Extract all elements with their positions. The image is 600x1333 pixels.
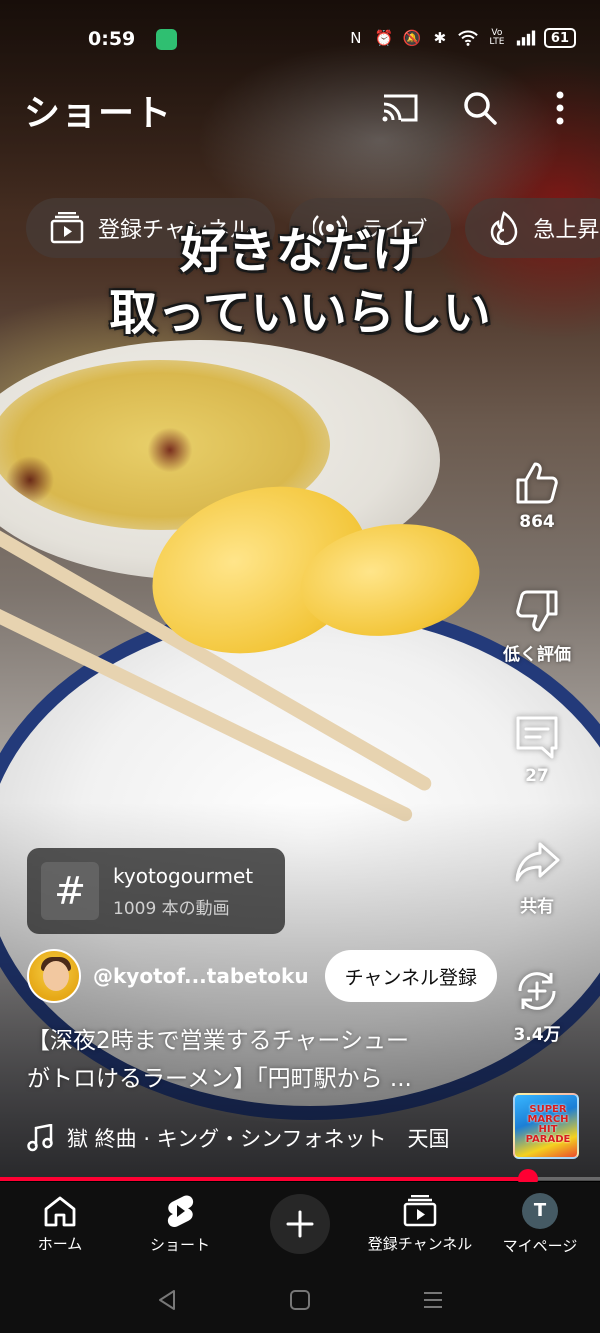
dislike-label: 低く評価 — [503, 645, 571, 665]
cast-icon — [382, 94, 418, 122]
bottom-nav: ホーム ショート 登録チャンネル T マイページ — [0, 1182, 600, 1266]
home-square-icon[interactable] — [289, 1289, 311, 1311]
channel-handle[interactable]: @kyotof...tabetoku — [93, 964, 325, 988]
shorts-icon — [167, 1194, 194, 1227]
channel-row: @kyotof...tabetoku チャンネル登録 — [27, 948, 497, 1004]
remix-button[interactable]: 3.4万 — [492, 968, 582, 1045]
nav-label: ホーム — [37, 1234, 83, 1253]
nav-home[interactable]: ホーム — [0, 1182, 120, 1266]
caption-line: 好きなだけ — [179, 223, 420, 279]
subscribe-button[interactable]: チャンネル登録 — [324, 950, 497, 1002]
app-notification-icon — [156, 29, 177, 50]
share-icon — [515, 842, 560, 882]
music-note-icon — [27, 1124, 53, 1152]
remix-icon — [518, 972, 556, 1010]
video-title-line: 【深夜2時まで営業するチャーシュー — [27, 1028, 409, 1054]
hashtag-count: 1009 本の動画 — [113, 898, 230, 919]
music-thumb-text: SUPER MARCH HIT PARADE — [525, 1104, 571, 1145]
more-options-button[interactable] — [538, 86, 582, 130]
nav-my-page[interactable]: T マイページ — [480, 1182, 600, 1266]
alarm-icon: ⏰ — [374, 29, 394, 47]
hashtag-card[interactable]: # kyotogourmet 1009 本の動画 — [27, 848, 285, 934]
music-row[interactable]: 獄 終曲 · キング・シンフォネット 天国 — [27, 1122, 497, 1154]
avatar: T — [522, 1192, 558, 1229]
status-time: 0:59 — [88, 28, 136, 50]
top-bar: ショート — [0, 80, 600, 136]
hashtag-name: kyotogourmet — [113, 863, 254, 888]
status-bar: 0:59 N ⏰ 🔕 ✱ Vo LTE 61 — [0, 22, 600, 60]
channel-avatar[interactable] — [27, 949, 81, 1003]
share-label: 共有 — [520, 897, 554, 917]
recents-icon[interactable] — [422, 1289, 444, 1311]
create-button[interactable] — [270, 1194, 330, 1254]
music-thumbnail[interactable]: SUPER MARCH HIT PARADE — [513, 1093, 579, 1159]
hashtag-icon: # — [41, 862, 99, 920]
battery-indicator: 61 — [543, 28, 576, 48]
bluetooth-icon: ✱ — [433, 29, 447, 47]
nav-shorts[interactable]: ショート — [120, 1182, 240, 1266]
like-button[interactable]: 864 — [492, 460, 582, 532]
create-icon — [286, 1210, 314, 1238]
video-progress-bar[interactable] — [0, 1169, 600, 1189]
thumbs-up-icon — [516, 462, 558, 504]
system-nav-bar — [0, 1266, 600, 1333]
subscriptions-icon — [403, 1194, 437, 1226]
progress-fill — [0, 1177, 528, 1181]
dislike-button[interactable]: 低く評価 — [492, 588, 582, 665]
like-count: 864 — [519, 512, 555, 532]
wifi-icon — [458, 28, 478, 48]
search-button[interactable] — [458, 86, 502, 130]
mute-icon: 🔕 — [402, 29, 422, 47]
thumbs-down-icon — [516, 590, 558, 632]
nav-label: マイページ — [502, 1236, 578, 1255]
video-overlay-caption: 好きなだけ 取っていいらしい — [0, 220, 600, 344]
nav-label: ショート — [149, 1235, 210, 1254]
nav-subscriptions[interactable]: 登録チャンネル — [360, 1182, 480, 1266]
caption-line: 取っていいらしい — [109, 285, 491, 341]
nav-create[interactable] — [240, 1182, 360, 1266]
comment-icon — [516, 716, 558, 759]
nfc-icon: N — [350, 29, 362, 47]
video-title-line: がトロけるラーメン】「円町駅から ... — [27, 1066, 412, 1092]
cast-button[interactable] — [378, 86, 422, 130]
avatar-face — [43, 961, 69, 991]
back-icon[interactable] — [156, 1289, 178, 1311]
share-button[interactable]: 共有 — [492, 840, 582, 917]
page-title: ショート — [24, 93, 173, 134]
video-title[interactable]: 【深夜2時まで営業するチャーシュー がトロけるラーメン】「円町駅から ... — [27, 1022, 497, 1098]
volte-label: Vo LTE — [489, 28, 505, 47]
remix-count: 3.4万 — [513, 1025, 561, 1045]
signal-icon — [516, 28, 536, 48]
comments-button[interactable]: 27 — [492, 714, 582, 786]
home-icon — [44, 1196, 76, 1226]
more-vert-icon — [556, 91, 564, 125]
search-icon — [464, 92, 497, 125]
comment-count: 27 — [525, 766, 549, 786]
nav-label: 登録チャンネル — [367, 1234, 473, 1253]
music-title: 獄 終曲 · キング・シンフォネット 天国 — [67, 1127, 450, 1151]
